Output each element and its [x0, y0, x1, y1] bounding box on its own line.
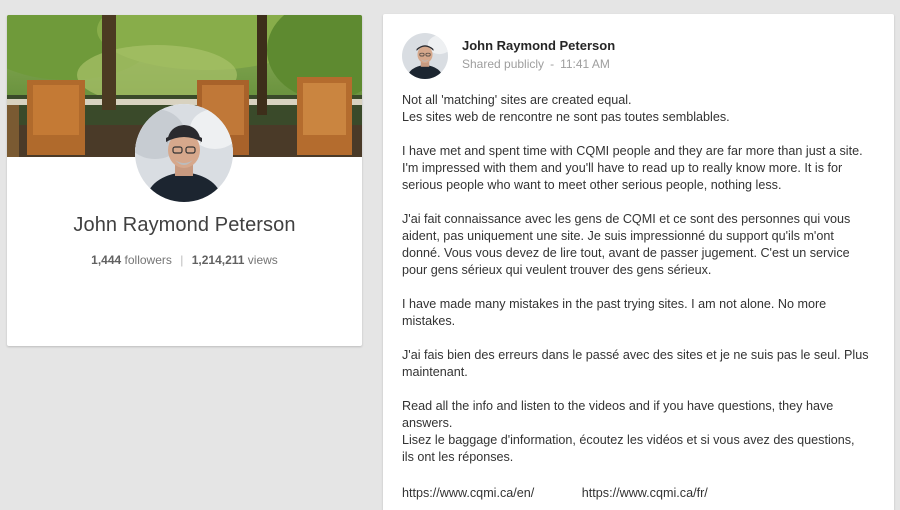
post-text-line: J'ai fais bien des erreurs dans le passé…: [402, 348, 869, 362]
post-text-line: I have met and spent time with CQMI peop…: [402, 144, 863, 158]
post-paragraph: I have met and spent time with CQMI peop…: [402, 143, 882, 194]
profile-stats: 1,444 followers | 1,214,211 views: [7, 253, 362, 267]
post-paragraph: I have made many mistakes in the past tr…: [402, 296, 882, 330]
followers-count: 1,444: [91, 253, 122, 267]
views-label: views: [247, 253, 278, 267]
post-text-line: Not all 'matching' sites are created equ…: [402, 93, 632, 107]
post-author-name[interactable]: John Raymond Peterson: [462, 38, 615, 53]
post-visibility[interactable]: Shared publicly: [462, 57, 544, 71]
followers-label: followers: [124, 253, 172, 267]
post-text-line: I'm impressed with them and you'll have …: [402, 161, 843, 175]
link-english[interactable]: https://www.cqmi.ca/en/: [402, 486, 534, 500]
post-author-avatar[interactable]: [402, 33, 448, 79]
link-french[interactable]: https://www.cqmi.ca/fr/: [582, 486, 708, 500]
post-text-line: donné. Vous vous devez de lire tout, ava…: [402, 246, 850, 260]
post-paragraph: Not all 'matching' sites are created equ…: [402, 92, 882, 126]
post-meta: Shared publicly -11:41 AM: [462, 57, 610, 71]
post-text-line: Lisez le baggage d'information, écoutez …: [402, 433, 855, 447]
post-body: Not all 'matching' sites are created equ…: [402, 92, 882, 483]
post-links: https://www.cqmi.ca/en/ https://www.cqmi…: [402, 486, 708, 500]
post-paragraph: J'ai fais bien des erreurs dans le passé…: [402, 347, 882, 381]
post-text-line: serious people who want to meet other se…: [402, 178, 782, 192]
profile-name: John Raymond Peterson: [73, 214, 296, 236]
post-text-line: maintenant.: [402, 365, 468, 379]
post-text-line: J'ai fait connaissance avec les gens de …: [402, 212, 851, 226]
post-text-line: aident, pas uniquement une site. Je suis…: [402, 229, 834, 243]
post-card: John Raymond Peterson Shared publicly -11…: [383, 14, 894, 510]
profile-card: John Raymond Peterson 1,444 followers | …: [7, 15, 362, 346]
post-text-line: Les sites web de rencontre ne sont pas t…: [402, 110, 730, 124]
meta-separator: -: [550, 57, 555, 71]
post-text-line: ils ont les réponses.: [402, 450, 514, 464]
views-count: 1,214,211: [191, 253, 245, 267]
stats-separator: |: [180, 253, 184, 267]
post-text-line: mistakes.: [402, 314, 456, 328]
post-text-line: answers.: [402, 416, 453, 430]
post-paragraph: Read all the info and listen to the vide…: [402, 398, 882, 466]
post-text-line: I have made many mistakes in the past tr…: [402, 297, 827, 311]
post-timestamp[interactable]: 11:41 AM: [560, 57, 610, 71]
post-text-line: pour gens sérieux qui veulent trouver de…: [402, 263, 712, 277]
profile-avatar[interactable]: [135, 104, 233, 202]
post-paragraph: J'ai fait connaissance avec les gens de …: [402, 211, 882, 279]
post-text-line: Read all the info and listen to the vide…: [402, 399, 834, 413]
